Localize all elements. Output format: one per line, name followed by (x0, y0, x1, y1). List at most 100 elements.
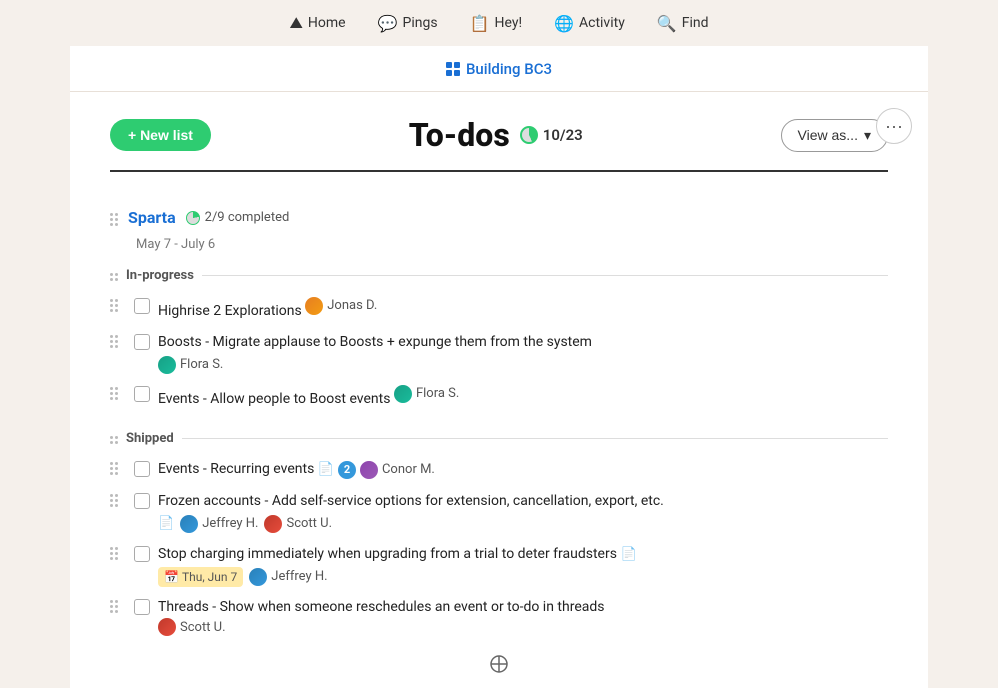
todo-assignee: Flora S. (394, 384, 459, 404)
list-date-text: May 7 - July 6 (136, 237, 215, 252)
todo-checkbox[interactable] (134, 493, 150, 509)
assignee-name: Flora S. (180, 355, 223, 375)
todo-content: Boosts - Migrate applause to Boosts + ex… (158, 332, 888, 375)
page-title: To-dos 10/23 (409, 116, 583, 154)
new-list-label: + New list (128, 127, 193, 143)
nav-find[interactable]: 🔍 Find (657, 14, 709, 33)
hey-icon: 📋 (470, 14, 490, 33)
view-as-button[interactable]: View as... ▾ (781, 119, 888, 152)
avatar (394, 385, 412, 403)
nav-pings-label: Pings (403, 15, 438, 31)
todo-checkbox[interactable] (134, 334, 150, 350)
todo-item: Events - Allow people to Boost events Fl… (110, 379, 888, 415)
list-content: Sparta 2/9 completed May 7 - July 6 In-p… (110, 172, 888, 648)
badge-count: 2 (338, 461, 356, 479)
todo-checkbox[interactable] (134, 461, 150, 477)
list-title-link[interactable]: Sparta (128, 208, 176, 227)
pings-icon: 💬 (378, 14, 398, 33)
todo-drag-handle[interactable] (110, 544, 126, 560)
todo-assignee: Jeffrey H. (180, 514, 258, 534)
breadcrumb-link[interactable]: Building BC3 (446, 60, 552, 78)
assignee-name: Jonas D. (327, 296, 377, 316)
nav-hey[interactable]: 📋 Hey! (470, 14, 522, 33)
todo-text: Events - Recurring events (158, 461, 314, 477)
nav-pings[interactable]: 💬 Pings (378, 14, 438, 33)
todo-text: Threads - Show when someone reschedules … (158, 597, 888, 618)
progress-badge: 10/23 (520, 126, 583, 144)
todo-text: Frozen accounts - Add self-service optio… (158, 491, 888, 512)
grid-icon (446, 62, 460, 76)
date-badge: 📅 Thu, Jun 7 (158, 567, 243, 587)
todo-checkbox[interactable] (134, 298, 150, 314)
todo-drag-handle[interactable] (110, 491, 126, 507)
progress-circle-icon (520, 126, 538, 144)
todo-drag-handle[interactable] (110, 332, 126, 348)
nav-find-label: Find (682, 15, 709, 31)
title-text: To-dos (409, 116, 510, 154)
avatar (305, 297, 323, 315)
avatar (158, 356, 176, 374)
todo-checkbox[interactable] (134, 546, 150, 562)
section-shipped-label: Shipped (126, 431, 174, 446)
list-progress: 2/9 completed (186, 210, 290, 225)
nav-home-label: Home (308, 15, 346, 31)
home-icon: ⛰ (289, 13, 302, 33)
doc-icon: 📄 (318, 460, 334, 480)
section-shipped: Shipped (110, 431, 888, 446)
list-group-header: Sparta 2/9 completed (110, 208, 888, 227)
todo-drag-handle[interactable] (110, 384, 126, 400)
date-text: Thu, Jun 7 (182, 568, 237, 586)
breadcrumb-label: Building BC3 (466, 60, 552, 78)
main-content: ··· + New list To-dos 10/23 View as... ▾ (70, 92, 928, 688)
todo-assignee-2: Scott U. (264, 514, 332, 534)
todo-meta: 📅 Thu, Jun 7 Jeffrey H. (158, 567, 888, 587)
nav-activity[interactable]: 🌐 Activity (554, 14, 625, 33)
drag-handle[interactable] (110, 210, 118, 226)
progress-text: 10/23 (543, 126, 583, 144)
todo-checkbox[interactable] (134, 386, 150, 402)
new-list-button[interactable]: + New list (110, 119, 211, 151)
assignee-name-2: Scott U. (286, 514, 332, 534)
todo-text: Highrise 2 Explorations (158, 303, 302, 319)
list-progress-text: 2/9 completed (205, 210, 290, 225)
todo-content: Events - Recurring events 📄 2 Conor M. (158, 459, 888, 480)
todo-checkbox[interactable] (134, 599, 150, 615)
page-header: + New list To-dos 10/23 View as... ▾ (110, 92, 888, 172)
todo-drag-handle[interactable] (110, 296, 126, 312)
todo-meta: Flora S. (158, 355, 888, 375)
todo-item: Threads - Show when someone reschedules … (110, 592, 888, 649)
calendar-icon: 📅 (164, 568, 179, 586)
todo-content: Frozen accounts - Add self-service optio… (158, 491, 888, 534)
doc-icon: 📄 (158, 514, 174, 534)
todo-item: Frozen accounts - Add self-service optio… (110, 486, 888, 539)
todo-drag-handle[interactable] (110, 459, 126, 475)
assignee-name: Flora S. (416, 384, 459, 404)
activity-icon: 🌐 (554, 14, 574, 33)
more-options-button[interactable]: ··· (876, 108, 912, 144)
todo-item: Boosts - Migrate applause to Boosts + ex… (110, 327, 888, 380)
todo-item: Stop charging immediately when upgrading… (110, 539, 888, 592)
avatar (264, 515, 282, 533)
section-drag-handle[interactable] (110, 433, 118, 444)
todo-item: Highrise 2 Explorations Jonas D. (110, 291, 888, 327)
avatar (360, 461, 378, 479)
todo-content: Events - Allow people to Boost events Fl… (158, 384, 888, 410)
section-drag-handle[interactable] (110, 270, 118, 281)
todo-assignee: Jonas D. (305, 296, 377, 316)
todo-drag-handle[interactable] (110, 597, 126, 613)
todo-content: Stop charging immediately when upgrading… (158, 544, 888, 587)
nav-home[interactable]: ⛰ Home (289, 13, 345, 33)
todo-text: Boosts - Migrate applause to Boosts + ex… (158, 332, 888, 353)
list-title: Sparta (128, 208, 176, 227)
assignee-name: Conor M. (382, 460, 435, 480)
section-in-progress: In-progress (110, 268, 888, 283)
ellipsis-icon: ··· (885, 116, 903, 137)
todo-assignee: Scott U. (158, 618, 226, 638)
todo-text: Stop charging immediately when upgrading… (158, 546, 617, 562)
cursor-indicator (489, 654, 509, 678)
mini-progress-icon (186, 211, 200, 225)
todo-content: Threads - Show when someone reschedules … (158, 597, 888, 644)
assignee-name: Scott U. (180, 618, 226, 638)
todo-meta: 📄 Jeffrey H. Scott U. (158, 514, 888, 534)
section-in-progress-label: In-progress (126, 268, 194, 283)
